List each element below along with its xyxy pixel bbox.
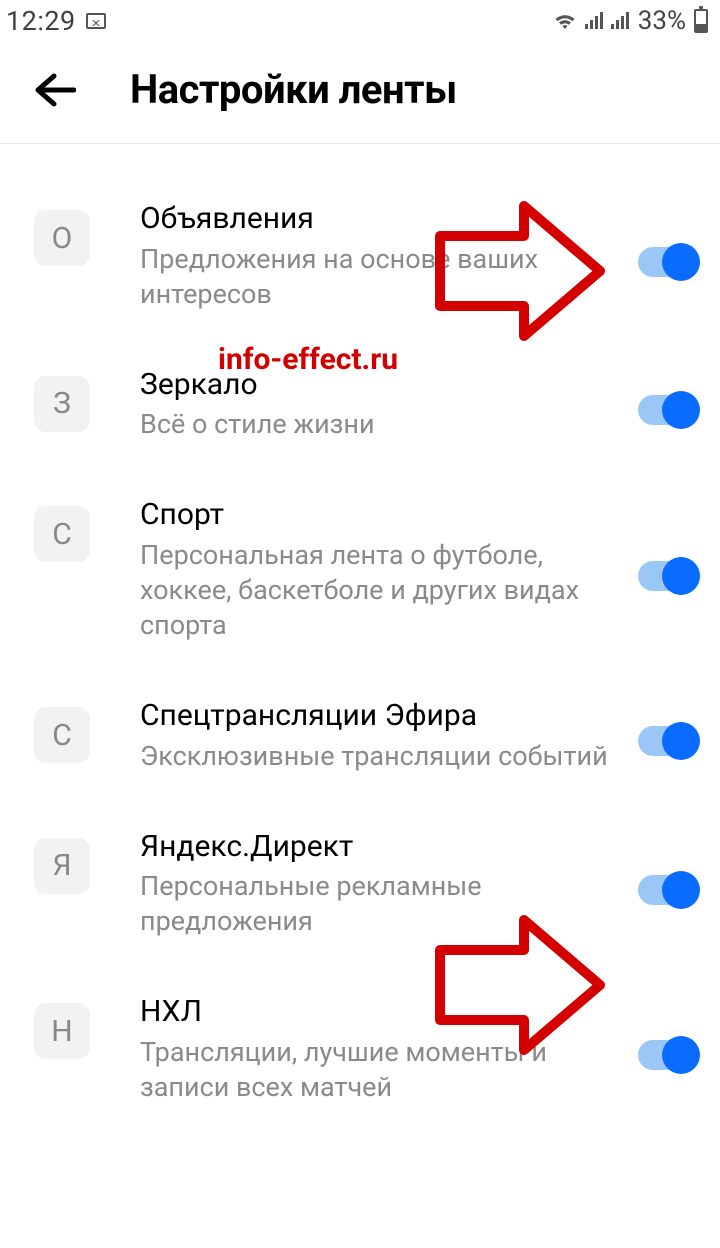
avatar-letter: Н: [34, 1003, 90, 1059]
item-title: Объявления: [140, 200, 626, 238]
list-item: С Спорт Персональная лента о футболе, хо…: [0, 478, 720, 679]
toggle-switch[interactable]: [638, 561, 696, 591]
item-title: Спорт: [140, 496, 626, 534]
avatar-letter: З: [34, 376, 90, 432]
wifi-icon: [552, 11, 578, 31]
screenshot-icon: [86, 13, 106, 29]
status-bar: 12:29 33%: [0, 0, 720, 42]
list-item: О Объявления Предложения на основе ваших…: [0, 182, 720, 348]
item-title: Яндекс.Директ: [140, 828, 626, 866]
toggle-switch[interactable]: [638, 247, 696, 277]
signal-icon-1: [584, 12, 604, 30]
item-description: Трансляции, лучшие моменты и записи всех…: [140, 1035, 626, 1105]
battery-percent: 33%: [638, 6, 686, 36]
toggle-switch[interactable]: [638, 1040, 696, 1070]
list-item: Я Яндекс.Директ Персональные рекламные п…: [0, 810, 720, 976]
item-description: Персональные рекламные предложения: [140, 869, 626, 939]
signal-icon-2: [610, 12, 630, 30]
list-item: С Спецтрансляции Эфира Эксклюзивные тран…: [0, 679, 720, 810]
avatar-letter: О: [34, 210, 90, 266]
item-title: НХЛ: [140, 993, 626, 1031]
page-title: Настройки ленты: [130, 66, 457, 113]
list-item: Н НХЛ Трансляции, лучшие моменты и запис…: [0, 975, 720, 1141]
settings-list: О Объявления Предложения на основе ваших…: [0, 144, 720, 1141]
toggle-switch[interactable]: [638, 875, 696, 905]
avatar-letter: Я: [34, 838, 90, 894]
item-description: Всё о стиле жизни: [140, 407, 626, 442]
back-button[interactable]: [34, 72, 76, 108]
item-description: Эксклюзивные трансляции событий: [140, 739, 626, 774]
item-description: Персональная лента о футболе, хоккее, ба…: [140, 538, 626, 643]
item-description: Предложения на основе ваших интересов: [140, 242, 626, 312]
toggle-switch[interactable]: [638, 726, 696, 756]
avatar-letter: С: [34, 506, 90, 562]
status-time: 12:29: [6, 5, 76, 37]
toggle-switch[interactable]: [638, 395, 696, 425]
avatar-letter: С: [34, 707, 90, 763]
header: Настройки ленты: [0, 42, 720, 144]
watermark-text: info-effect.ru: [218, 342, 398, 377]
item-title: Спецтрансляции Эфира: [140, 697, 626, 735]
battery-icon: [694, 9, 708, 33]
